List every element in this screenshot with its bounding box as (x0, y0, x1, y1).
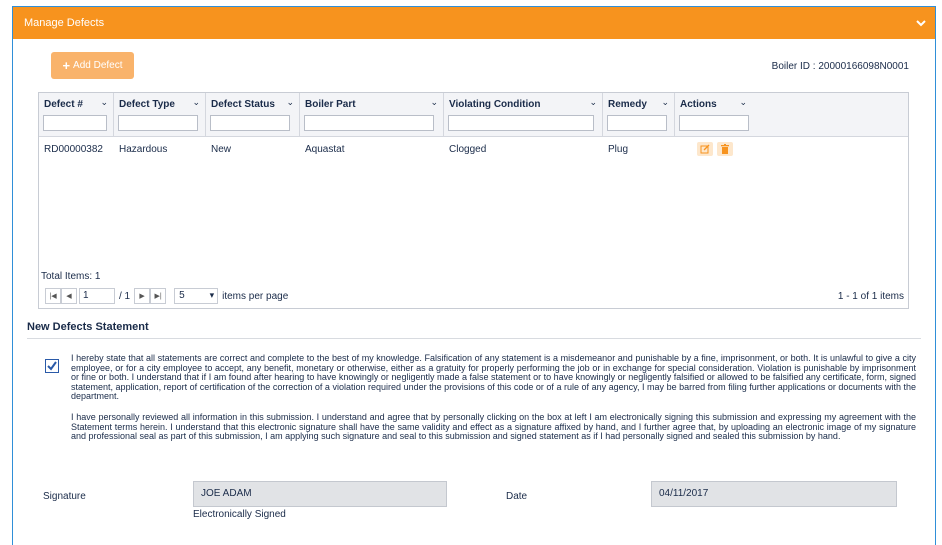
manage-defects-panel: Manage Defects + Add Defect Boiler ID : … (12, 6, 936, 545)
cell-remedy: Plug (608, 144, 629, 155)
column-label: Boiler Part (305, 99, 356, 110)
defect-type-filter[interactable] (118, 115, 198, 131)
violating-condition-filter[interactable] (448, 115, 594, 131)
statement-paragraph-2: I have personally reviewed all informati… (71, 412, 916, 442)
chevron-down-icon: ▾ (209, 290, 215, 300)
chevron-down-icon[interactable]: ⌄ (286, 97, 294, 108)
chevron-down-icon[interactable]: ⌄ (100, 97, 108, 108)
remedy-filter[interactable] (607, 115, 667, 131)
page-size-select[interactable]: 5 ▾ (174, 288, 219, 304)
total-items: Total Items: 1 (41, 271, 101, 282)
actions-filter[interactable] (679, 115, 749, 131)
signature-field: JOE ADAM (193, 481, 447, 507)
chevron-down-icon[interactable]: ⌄ (661, 97, 669, 108)
table-row[interactable]: RD00000382 Hazardous New Aquastat Clogge… (39, 138, 908, 160)
boiler-id: Boiler ID : 20000166098N0001 (771, 61, 909, 72)
column-label: Defect Status (211, 99, 275, 110)
panel-header[interactable]: Manage Defects (13, 7, 935, 39)
pager: |◀ ◀ 1 / 1 ▶ ▶| 5 ▾ items per page (45, 288, 288, 304)
chevron-down-icon[interactable]: ⌄ (430, 97, 438, 108)
edit-icon (700, 144, 710, 154)
add-defect-button[interactable]: + Add Defect (51, 52, 134, 79)
signature-label: Signature (43, 491, 86, 502)
next-page-icon[interactable]: ▶ (134, 288, 151, 304)
cell-defect-type: Hazardous (119, 144, 168, 155)
statement-title: New Defects Statement (27, 321, 149, 333)
signature-note: Electronically Signed (193, 509, 286, 520)
column-label: Defect # (44, 99, 83, 110)
date-label: Date (506, 491, 528, 502)
last-page-icon[interactable]: ▶| (150, 288, 167, 304)
chevron-down-icon[interactable]: ⌄ (739, 97, 747, 108)
boiler-part-filter[interactable] (304, 115, 434, 131)
column-label: Remedy (608, 99, 647, 110)
column-defect-number: Defect # ⌄ (39, 93, 114, 137)
column-defect-status: Defect Status ⌄ (206, 93, 300, 137)
cell-boiler-part: Aquastat (305, 144, 345, 155)
add-defect-label: Add Defect (73, 60, 123, 71)
column-actions: Actions ⌄ (675, 93, 751, 137)
pager-range: 1 - 1 of 1 items (837, 291, 904, 302)
page-number-input[interactable]: 1 (79, 288, 115, 304)
column-defect-type: Defect Type ⌄ (114, 93, 206, 137)
defect-status-filter[interactable] (210, 115, 290, 131)
edit-button[interactable] (697, 142, 713, 156)
cell-defect-number: RD00000382 (44, 144, 103, 155)
column-label: Actions (680, 99, 717, 110)
items-per-page-label: items per page (222, 290, 289, 302)
first-page-icon[interactable]: |◀ (45, 288, 61, 304)
chevron-down-icon[interactable]: ⌄ (589, 97, 597, 108)
trash-icon (721, 144, 729, 154)
cell-violating-condition: Clogged (449, 144, 487, 155)
column-label: Defect Type (119, 99, 175, 110)
check-icon (47, 361, 57, 371)
defect-number-filter[interactable] (43, 115, 107, 131)
prev-page-icon[interactable]: ◀ (61, 288, 77, 304)
plus-icon: + (62, 58, 71, 73)
page-count: / 1 (119, 290, 131, 302)
panel-title: Manage Defects (24, 17, 105, 29)
column-label: Violating Condition (449, 99, 541, 110)
agree-checkbox[interactable] (45, 359, 59, 373)
chevron-down-icon[interactable] (915, 17, 927, 29)
column-remedy: Remedy ⌄ (603, 93, 675, 137)
column-boiler-part: Boiler Part ⌄ (300, 93, 444, 137)
defects-grid: Defect # ⌄ Defect Type ⌄ Defect Status ⌄… (38, 92, 909, 309)
page-size-value: 5 (179, 290, 185, 301)
date-field: 04/11/2017 (651, 481, 897, 507)
divider (27, 338, 921, 339)
chevron-down-icon[interactable]: ⌄ (192, 97, 200, 108)
cell-defect-status: New (211, 144, 232, 155)
column-violating-condition: Violating Condition ⌄ (444, 93, 603, 137)
delete-button[interactable] (717, 142, 733, 156)
statement-paragraph-1: I hereby state that all statements are c… (71, 353, 916, 402)
grid-header: Defect # ⌄ Defect Type ⌄ Defect Status ⌄… (39, 93, 908, 137)
